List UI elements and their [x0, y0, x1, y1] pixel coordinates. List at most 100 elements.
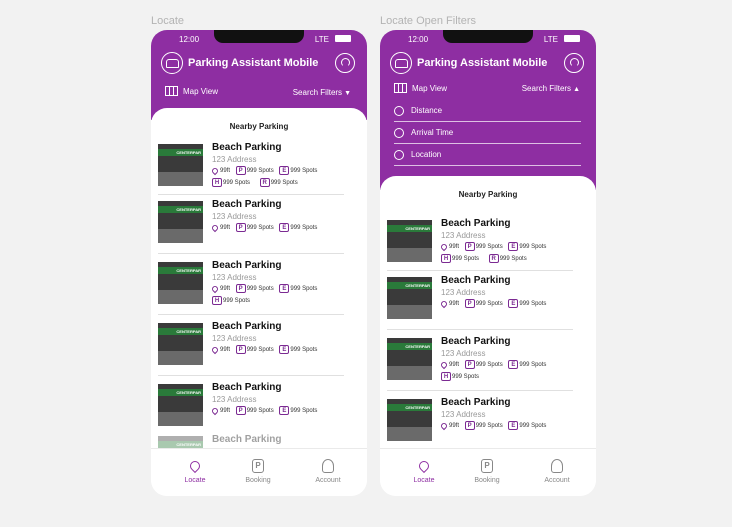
distance-value: 99ft: [220, 347, 231, 354]
parking-info-row-2: H 999 Spots R 999 Spots: [212, 178, 298, 189]
tab-locate[interactable]: Locate: [399, 458, 449, 484]
parking-spots: 999 Spots: [246, 168, 274, 175]
parking-address: 123 Address: [212, 334, 257, 343]
handicap-badge-icon: H: [441, 254, 451, 263]
phone-locate: 12:00 LTE Parking Assistant Mobile Map V…: [151, 30, 367, 496]
ev-badge-icon: E: [279, 223, 290, 232]
tab-locate[interactable]: Locate: [170, 458, 220, 484]
ev-spots: 999 Spots: [290, 408, 318, 415]
filter-arrival-time[interactable]: Arrival Time: [394, 122, 581, 144]
map-icon[interactable]: [165, 86, 178, 96]
parking-card[interactable]: CENTERPAR Beach Parking 123 Address 99ft…: [158, 138, 344, 195]
parking-badge-icon: P: [235, 223, 246, 232]
distance-pin-icon: [210, 223, 220, 232]
parking-info-row: 99ft P 999 Spots E 999 Spots: [439, 299, 546, 310]
search-filters-label: Search Filters: [292, 88, 343, 97]
parking-name: Beach Parking: [441, 397, 511, 408]
map-view-link[interactable]: Map View: [412, 84, 447, 93]
ev-spots: 999 Spots: [519, 423, 547, 430]
parking-spots: 999 Spots: [475, 362, 503, 369]
parking-card[interactable]: CENTERPAR Beach Parking 123 Address 99ft…: [158, 254, 344, 315]
ev-badge-icon: E: [279, 284, 290, 293]
battery-icon: [564, 35, 580, 42]
handicap-spots: 999 Spots: [452, 374, 480, 381]
status-network: LTE: [543, 35, 558, 44]
parking-address: 123 Address: [441, 349, 486, 358]
caret-up-icon: ▲: [573, 86, 580, 93]
parking-badge-icon: P: [235, 406, 246, 415]
filter-distance[interactable]: Distance: [394, 100, 581, 122]
headset-icon[interactable]: [335, 53, 355, 73]
distance-value: 99ft: [449, 362, 460, 369]
parking-photo: CENTERPAR: [158, 201, 203, 243]
device-notch: [443, 30, 533, 43]
parking-address: 123 Address: [212, 212, 257, 221]
clock-icon: [394, 128, 404, 138]
tab-booking[interactable]: P Booking: [462, 459, 512, 484]
distance-value: 99ft: [449, 423, 460, 430]
filter-arrival-time-label: Arrival Time: [411, 128, 454, 137]
parking-spots: 999 Spots: [246, 347, 274, 354]
location-pin-icon: [187, 458, 203, 474]
parking-info-row: 99ft P 999 Spots E 999 Spots: [210, 166, 317, 177]
parking-card[interactable]: CENTERPAR Beach Parking 123 Address 99ft…: [387, 391, 573, 447]
parking-address: 123 Address: [212, 155, 257, 164]
map-icon[interactable]: [394, 83, 407, 93]
parking-card[interactable]: CENTERPAR Beach Parking: [158, 434, 344, 448]
car-icon: [390, 52, 412, 74]
parking-address: 123 Address: [212, 395, 257, 404]
parking-name: Beach Parking: [212, 382, 282, 393]
parking-photo: CENTERPAR: [158, 384, 203, 426]
parking-card[interactable]: CENTERPAR Beach Parking 123 Address 99ft…: [158, 195, 344, 254]
parking-name: Beach Parking: [441, 218, 511, 229]
parking-card[interactable]: CENTERPAR Beach Parking 123 Address 99ft…: [387, 271, 573, 330]
frame-label-locate: Locate: [151, 15, 185, 27]
parking-card[interactable]: CENTERPAR Beach Parking 123 Address 99ft…: [158, 376, 344, 434]
status-bar: 12:00 LTE: [380, 30, 596, 48]
headset-icon[interactable]: [564, 53, 584, 73]
parking-spots: 999 Spots: [475, 423, 503, 430]
parking-badge-icon: P: [235, 284, 246, 293]
parking-address: 123 Address: [212, 273, 257, 282]
parking-card[interactable]: CENTERPAR Beach Parking 123 Address 99ft…: [387, 330, 573, 391]
parking-info-row: 99ft P 999 Spots E 999 Spots: [210, 284, 317, 295]
parking-icon: P: [252, 459, 264, 473]
parking-photo: CENTERPAR: [158, 144, 203, 186]
map-pin-icon: [394, 150, 404, 160]
ev-spots: 999 Spots: [290, 225, 318, 232]
ev-spots: 999 Spots: [519, 362, 547, 369]
tab-locate-label: Locate: [413, 477, 435, 484]
device-notch: [214, 30, 304, 43]
parking-badge-icon: P: [464, 242, 475, 251]
parking-address: 123 Address: [441, 410, 486, 419]
title-row: Parking Assistant Mobile: [380, 48, 596, 78]
tab-booking[interactable]: P Booking: [233, 459, 283, 484]
parking-photo: CENTERPAR: [387, 277, 432, 319]
ev-badge-icon: E: [279, 345, 290, 354]
reserved-badge-icon: R: [488, 254, 499, 263]
app-header: 12:00 LTE Parking Assistant Mobile Map V…: [151, 30, 367, 120]
parking-card[interactable]: CENTERPAR Beach Parking 123 Address 99ft…: [158, 315, 344, 376]
parking-card[interactable]: CENTERPAR Beach Parking 123 Address 99ft…: [387, 214, 573, 271]
handicap-badge-icon: H: [441, 372, 451, 381]
filter-location[interactable]: Location: [394, 144, 581, 166]
tab-account-label: Account: [315, 477, 341, 484]
parking-icon: P: [481, 459, 493, 473]
tab-account[interactable]: Account: [303, 459, 353, 484]
tab-account[interactable]: Account: [532, 459, 582, 484]
map-view-link[interactable]: Map View: [183, 87, 218, 96]
nearby-parking-sheet: Nearby Parking CENTERPAR Beach Parking 1…: [151, 108, 367, 448]
distance-value: 99ft: [220, 168, 231, 175]
parking-photo: CENTERPAR: [387, 220, 432, 262]
location-pin-icon: [416, 458, 432, 474]
parking-badge-icon: P: [235, 166, 246, 175]
search-filters-toggle[interactable]: Search Filters ▼: [293, 88, 351, 97]
parking-address: 123 Address: [441, 231, 486, 240]
parking-info-row: 99ft P 999 Spots E 999 Spots: [210, 406, 318, 417]
handicap-badge-icon: H: [212, 296, 222, 305]
tab-account-label: Account: [544, 477, 570, 484]
parking-spots: 999 Spots: [246, 225, 274, 232]
handicap-badge-icon: H: [212, 178, 222, 187]
search-filters-toggle[interactable]: Search Filters ▲: [522, 84, 580, 93]
parking-spots: 999 Spots: [246, 286, 274, 293]
